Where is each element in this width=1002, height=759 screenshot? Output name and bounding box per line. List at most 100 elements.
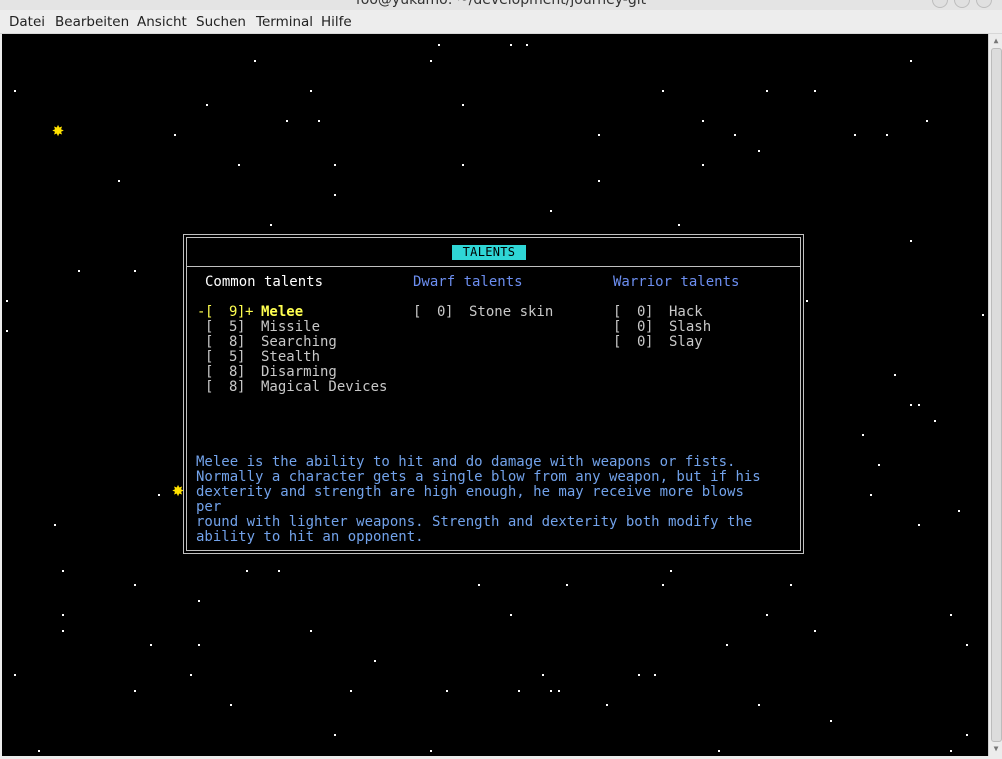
star-dot <box>334 194 336 196</box>
star-dot <box>638 674 640 676</box>
talent-bracket-close: ] <box>645 334 654 350</box>
star-dot <box>982 314 984 316</box>
talent-name: Magical Devices <box>261 379 388 395</box>
star-dot <box>206 104 208 106</box>
window-title: foo@yukamo: ~/development/journey-git <box>355 0 647 8</box>
window-titlebar: foo@yukamo: ~/development/journey-git <box>0 0 1002 10</box>
star-dot <box>566 584 568 586</box>
star-dot <box>726 644 728 646</box>
star-dot <box>702 164 704 166</box>
vertical-scrollbar[interactable]: ▲ ▼ <box>988 34 1002 756</box>
star-dot <box>718 750 720 752</box>
star-dot <box>966 644 968 646</box>
talent-bracket-close: ] <box>237 334 246 350</box>
star-dot <box>134 584 136 586</box>
menu-ansicht[interactable]: Ansicht <box>137 13 187 31</box>
talents-dialog: TALENTS Common talents Dwarf talents War… <box>183 234 804 554</box>
star-dot <box>62 570 64 572</box>
star-dot <box>430 60 432 62</box>
star-dot <box>286 120 288 122</box>
scroll-up-icon[interactable]: ▲ <box>991 36 1001 46</box>
talent-name: Searching <box>261 334 337 350</box>
talent-name: Missile <box>261 319 321 335</box>
star-dot <box>310 90 312 92</box>
talent-bracket-open: [ <box>205 364 214 380</box>
star-dot <box>886 134 888 136</box>
star-dot <box>446 690 448 692</box>
star-dot <box>150 644 152 646</box>
star-dot <box>918 524 920 526</box>
star-dot <box>966 734 968 736</box>
star-dot <box>510 44 512 46</box>
talent-bracket-open: [ <box>613 319 622 335</box>
star-dot <box>238 164 240 166</box>
star-dot <box>542 674 544 676</box>
star-dot <box>158 494 160 496</box>
talent-bracket-close: ] <box>237 364 246 380</box>
star-dot <box>190 674 192 676</box>
menu-terminal[interactable]: Terminal <box>256 13 313 31</box>
talent-name: Slash <box>669 319 712 335</box>
talent-bracket-open: [ <box>613 334 622 350</box>
star-dot <box>518 690 520 692</box>
talent-bracket-open: [ <box>205 379 214 395</box>
star-dot <box>78 270 80 272</box>
menu-suchen[interactable]: Suchen <box>196 13 246 31</box>
tab-dwarf-talents[interactable]: Dwarf talents <box>413 275 523 290</box>
talent-bracket-open: [ <box>613 304 622 320</box>
star-dot <box>550 210 552 212</box>
menu-datei[interactable]: Datei <box>9 13 45 31</box>
star-dot <box>270 224 272 226</box>
star-dot <box>38 750 40 752</box>
star-dot <box>334 734 336 736</box>
star-dot <box>230 704 232 706</box>
star-dot <box>854 134 856 136</box>
star-dot <box>310 630 312 632</box>
talent-bracket-close: ] <box>445 304 454 320</box>
menu-bearbeiten[interactable]: Bearbeiten <box>55 13 129 31</box>
star-dot <box>6 300 8 302</box>
talent-bracket-open: [ <box>205 334 214 350</box>
menu-hilfe[interactable]: Hilfe <box>321 13 352 31</box>
star-dot <box>766 614 768 616</box>
talent-bracket-close: ] <box>237 379 246 395</box>
tab-warrior-talents[interactable]: Warrior talents <box>613 275 739 290</box>
star-dot <box>118 180 120 182</box>
star-dot <box>926 120 928 122</box>
menu-bar: Datei Bearbeiten Ansicht Suchen Terminal… <box>0 10 1002 34</box>
tab-common-talents[interactable]: Common talents <box>205 275 323 290</box>
star-dot <box>758 150 760 152</box>
star-dot <box>806 300 808 302</box>
star-dot <box>430 750 432 752</box>
star-dot <box>174 134 176 136</box>
star-dot <box>14 674 16 676</box>
dialog-title: TALENTS <box>452 245 526 260</box>
talent-name: Disarming <box>261 364 337 380</box>
star-dot <box>758 704 760 706</box>
scroll-down-icon[interactable]: ▼ <box>991 744 1001 754</box>
talent-name: Slay <box>669 334 703 350</box>
select-marker-right: + <box>245 304 254 320</box>
star-dot <box>766 90 768 92</box>
star-dot <box>134 270 136 272</box>
star-dot <box>334 164 336 166</box>
star-dot <box>950 750 952 752</box>
star-dot <box>894 374 896 376</box>
star-dot <box>654 674 656 676</box>
talent-bracket-open: [ <box>205 319 214 335</box>
star-dot <box>54 524 56 526</box>
star-dot <box>734 134 736 136</box>
terminal-viewport[interactable]: ✸ ✸ TALENTS Common talents Dwarf talents… <box>2 34 988 756</box>
scrollbar-thumb[interactable] <box>991 48 1002 742</box>
talent-bracket-close: ] <box>237 319 246 335</box>
star-dot <box>462 164 464 166</box>
star-dot <box>278 570 280 572</box>
star-dot <box>526 44 528 46</box>
star-dot <box>598 134 600 136</box>
star-dot <box>702 120 704 122</box>
star-dot <box>870 494 872 496</box>
star-dot <box>670 570 672 572</box>
star-dot <box>6 330 8 332</box>
star-dot <box>62 630 64 632</box>
star-dot <box>198 644 200 646</box>
